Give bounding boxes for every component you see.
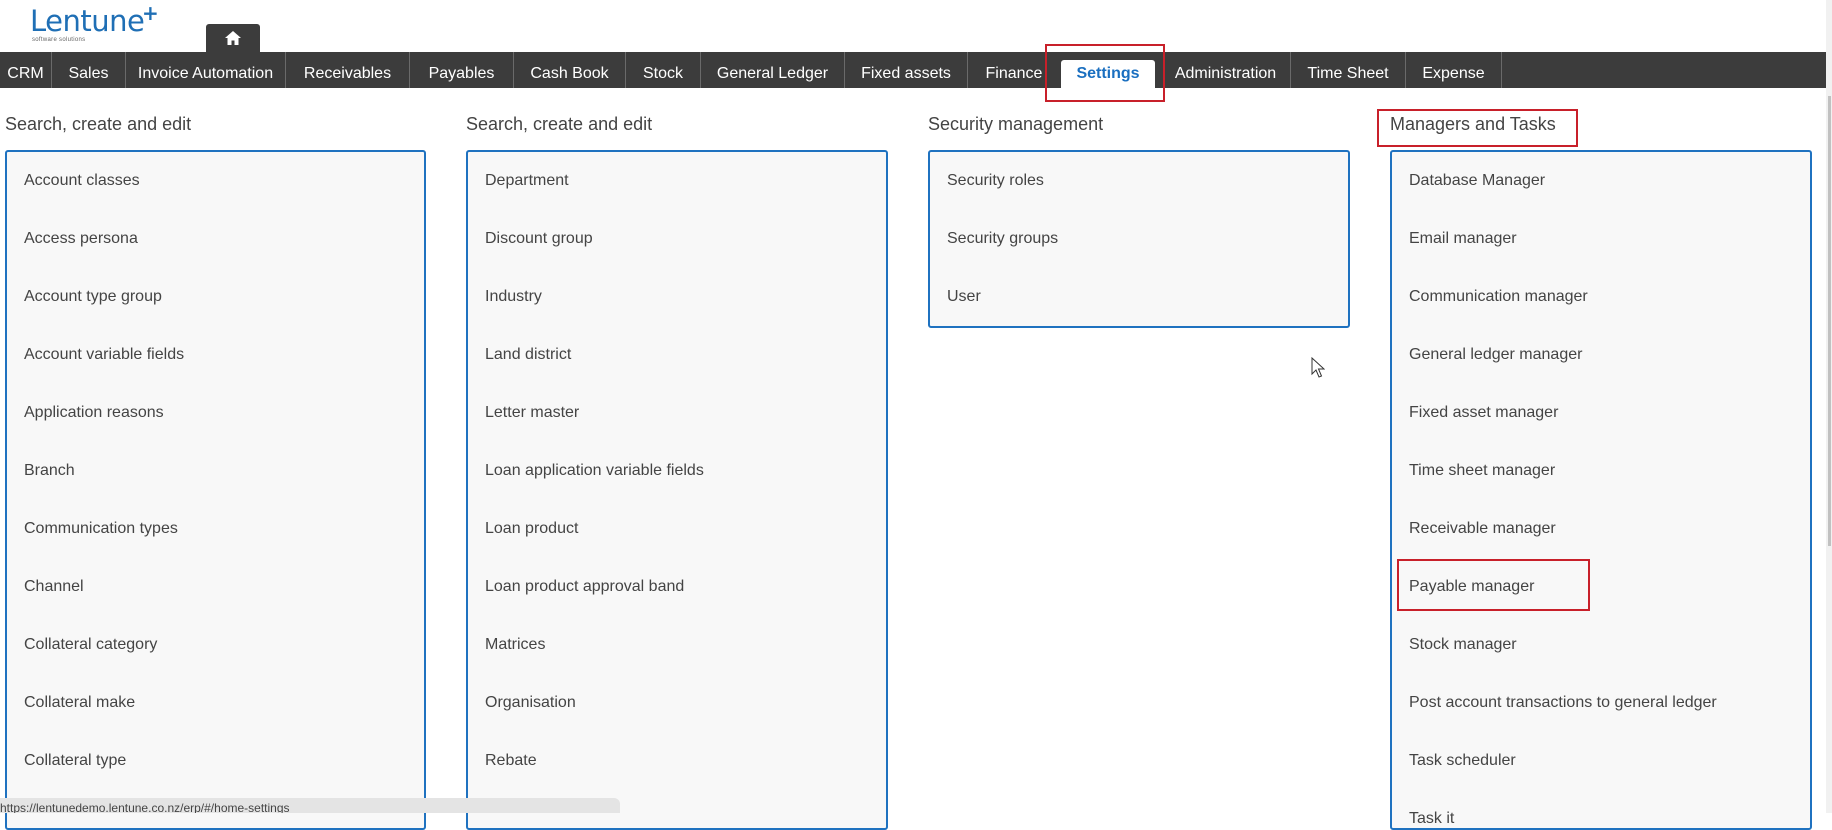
list-item-fixed-asset-manager[interactable]: Fixed asset manager (1409, 404, 1558, 422)
nav-item-cash-book[interactable]: Cash Book (514, 52, 626, 88)
list-item-post-account-transactions[interactable]: Post account transactions to general led… (1409, 694, 1717, 712)
nav-item-administration[interactable]: Administration (1161, 52, 1291, 88)
list-item-access-persona[interactable]: Access persona (24, 230, 138, 248)
nav-item-settings[interactable]: Settings (1061, 60, 1155, 88)
section-title-managers-and-tasks: Managers and Tasks (1390, 114, 1556, 134)
list-item-application-reasons[interactable]: Application reasons (24, 404, 164, 422)
list-item-matrices[interactable]: Matrices (485, 636, 545, 654)
nav-item-receivables[interactable]: Receivables (286, 52, 410, 88)
list-item-communication-types[interactable]: Communication types (24, 520, 178, 538)
panel-search-create-edit-2: Department Discount group Industry Land … (466, 150, 888, 830)
list-item-account-type-group[interactable]: Account type group (24, 288, 162, 306)
list-item-security-roles[interactable]: Security roles (947, 172, 1044, 190)
list-item-discount-group[interactable]: Discount group (485, 230, 593, 248)
list-item-loan-product[interactable]: Loan product (485, 520, 578, 538)
nav-item-general-ledger[interactable]: General Ledger (701, 52, 845, 88)
list-item-task-scheduler[interactable]: Task scheduler (1409, 752, 1516, 770)
list-item-organisation[interactable]: Organisation (485, 694, 576, 712)
main-nav: CRM Sales Invoice Automation Receivables… (0, 52, 1832, 88)
brand-name: Lentune (30, 4, 145, 38)
list-item-account-classes[interactable]: Account classes (24, 172, 140, 190)
nav-item-payables[interactable]: Payables (410, 52, 514, 88)
list-item-rebate[interactable]: Rebate (485, 752, 537, 770)
mouse-cursor-icon (1311, 357, 1325, 378)
list-item-time-sheet-manager[interactable]: Time sheet manager (1409, 462, 1555, 480)
nav-item-time-sheet[interactable]: Time Sheet (1291, 52, 1406, 88)
list-item-general-ledger-manager[interactable]: General ledger manager (1409, 346, 1582, 364)
list-item-collateral-make[interactable]: Collateral make (24, 694, 135, 712)
home-icon (225, 31, 241, 45)
panel-managers-and-tasks: Database Manager Email manager Communica… (1390, 150, 1812, 830)
list-item-land-district[interactable]: Land district (485, 346, 571, 364)
list-item-communication-manager[interactable]: Communication manager (1409, 288, 1588, 306)
section-title-search-create-edit-1: Search, create and edit (5, 114, 192, 134)
list-item-channel[interactable]: Channel (24, 578, 84, 596)
list-item-user[interactable]: User (947, 288, 981, 306)
home-tab[interactable] (206, 24, 260, 52)
list-item-account-variable-fields[interactable]: Account variable fields (24, 346, 184, 364)
list-item-collateral-category[interactable]: Collateral category (24, 636, 157, 654)
list-item-security-groups[interactable]: Security groups (947, 230, 1058, 248)
list-item-stock-manager[interactable]: Stock manager (1409, 636, 1517, 654)
list-item-department[interactable]: Department (485, 172, 569, 190)
list-item-receivable-manager[interactable]: Receivable manager (1409, 520, 1556, 538)
nav-item-finance[interactable]: Finance (968, 52, 1060, 88)
nav-item-sales[interactable]: Sales (52, 52, 126, 88)
nav-item-crm[interactable]: CRM (0, 52, 52, 88)
list-item-loan-product-approval-band[interactable]: Loan product approval band (485, 578, 684, 596)
brand-tagline: software solutions (32, 37, 86, 43)
panel-search-create-edit-1: Account classes Access persona Account t… (5, 150, 426, 830)
nav-item-invoice-automation[interactable]: Invoice Automation (126, 52, 286, 88)
list-item-payable-manager[interactable]: Payable manager (1409, 578, 1534, 596)
nav-item-fixed-assets[interactable]: Fixed assets (845, 52, 968, 88)
section-title-security-management: Security management (928, 114, 1104, 134)
section-title-search-create-edit-2: Search, create and edit (466, 114, 653, 134)
list-item-branch[interactable]: Branch (24, 462, 75, 480)
list-item-industry[interactable]: Industry (485, 288, 542, 306)
list-item-letter-master[interactable]: Letter master (485, 404, 579, 422)
status-url-bar: https://lentunedemo.lentune.co.nz/erp/#/… (0, 798, 620, 813)
list-item-email-manager[interactable]: Email manager (1409, 230, 1517, 248)
panel-security-management: Security roles Security groups User (928, 150, 1350, 328)
brand-plus: + (142, 1, 159, 25)
list-item-collateral-type[interactable]: Collateral type (24, 752, 126, 770)
list-item-database-manager[interactable]: Database Manager (1409, 172, 1545, 190)
nav-item-expense[interactable]: Expense (1406, 52, 1502, 88)
nav-item-stock[interactable]: Stock (626, 52, 701, 88)
list-item-loan-application-variable-fields[interactable]: Loan application variable fields (485, 462, 704, 480)
page-scrollbar-thumb[interactable] (1828, 96, 1831, 546)
